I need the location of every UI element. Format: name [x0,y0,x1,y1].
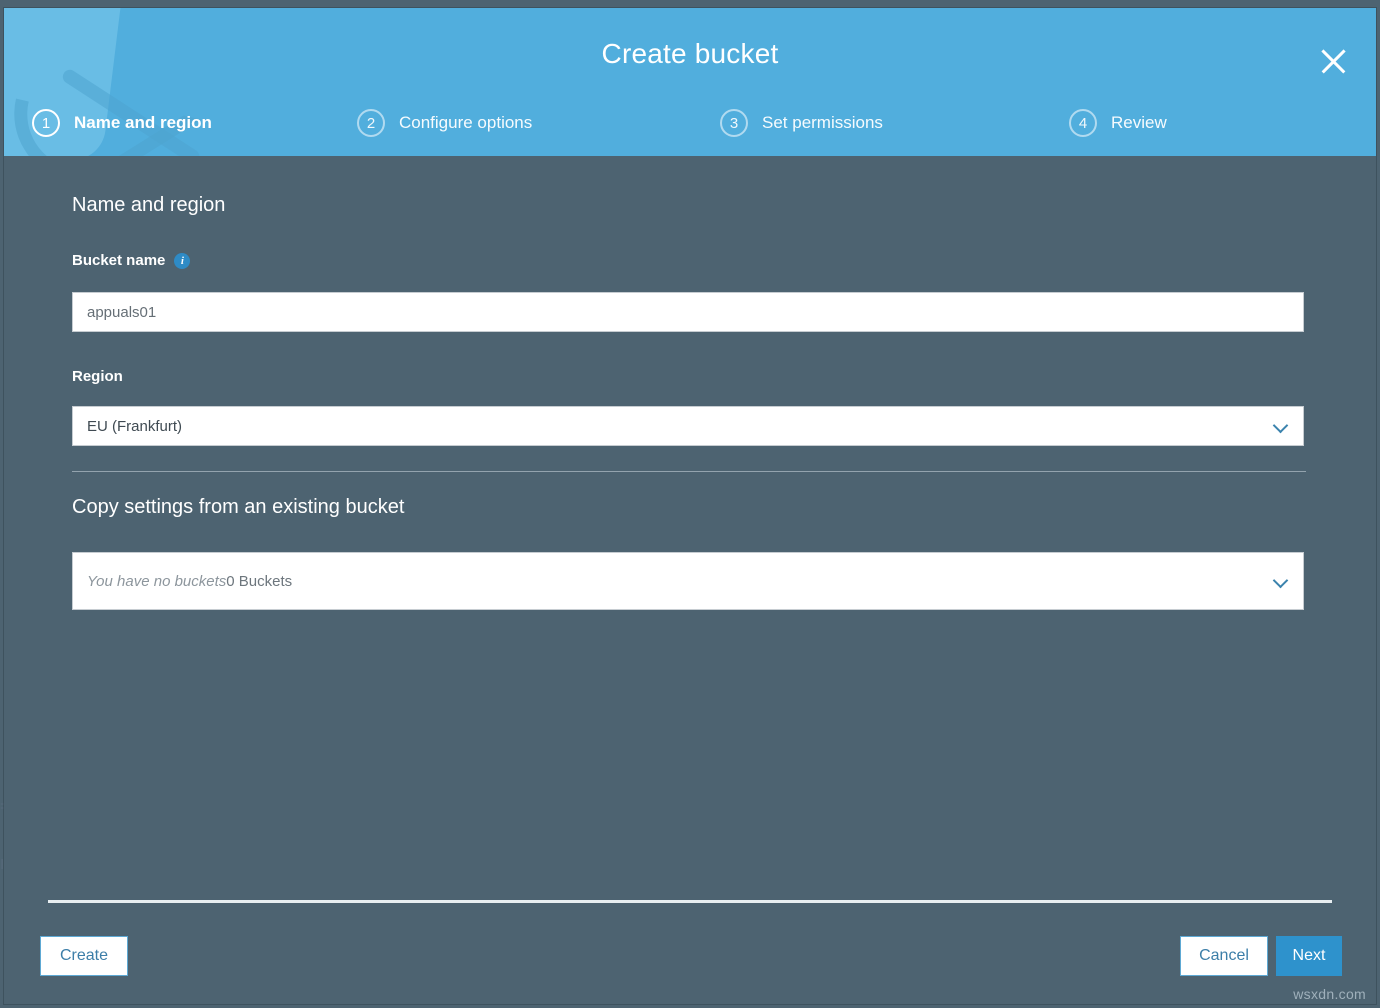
section-title: Name and region [72,194,225,217]
chevron-down-icon [1273,573,1289,589]
modal-header: Create bucket 1 Name and region 2 Config… [4,8,1376,156]
footer-divider [48,900,1332,903]
step-set-permissions[interactable]: 3 Set permissions [690,100,1033,146]
region-label-text: Region [72,368,123,385]
step-label: Review [1111,113,1167,133]
copy-settings-value-italic: You have no buckets [87,573,226,590]
site-watermark: wsxdn.com [1293,986,1366,1002]
step-number: 4 [1069,109,1097,137]
step-number: 2 [357,109,385,137]
bucket-name-label-text: Bucket name [72,252,165,269]
region-value: EU (Frankfurt) [87,418,1273,435]
next-button[interactable]: Next [1276,936,1342,976]
section-divider [72,471,1306,472]
copy-settings-value-plain: 0 Buckets [226,573,292,590]
bucket-name-value: appuals01 [87,304,156,321]
step-name-and-region[interactable]: 1 Name and region [4,100,347,146]
bucket-name-label: Bucket name i [72,252,190,269]
bucket-name-input[interactable]: appuals01 [72,292,1304,332]
chevron-down-icon [1273,418,1289,434]
step-label: Name and region [74,113,212,133]
create-button[interactable]: Create [40,936,128,976]
step-wizard: 1 Name and region 2 Configure options 3 … [4,100,1376,146]
info-icon[interactable]: i [174,253,190,269]
create-bucket-modal: Create bucket 1 Name and region 2 Config… [4,8,1376,1004]
close-icon[interactable] [1312,40,1354,82]
step-number: 1 [32,109,60,137]
cancel-button[interactable]: Cancel [1180,936,1268,976]
step-label: Set permissions [762,113,883,133]
step-configure-options[interactable]: 2 Configure options [347,100,690,146]
copy-settings-title: Copy settings from an existing bucket [72,496,404,519]
step-number: 3 [720,109,748,137]
copy-settings-select[interactable]: You have no buckets0 Buckets [72,552,1304,610]
copy-settings-value: You have no buckets0 Buckets [87,573,1273,590]
step-review[interactable]: 4 Review [1033,100,1376,146]
step-label: Configure options [399,113,532,133]
region-label: Region [72,368,123,385]
modal-title: Create bucket [4,38,1376,70]
region-select[interactable]: EU (Frankfurt) [72,406,1304,446]
modal-body: Name and region Bucket name i appuals01 … [4,156,1376,1004]
